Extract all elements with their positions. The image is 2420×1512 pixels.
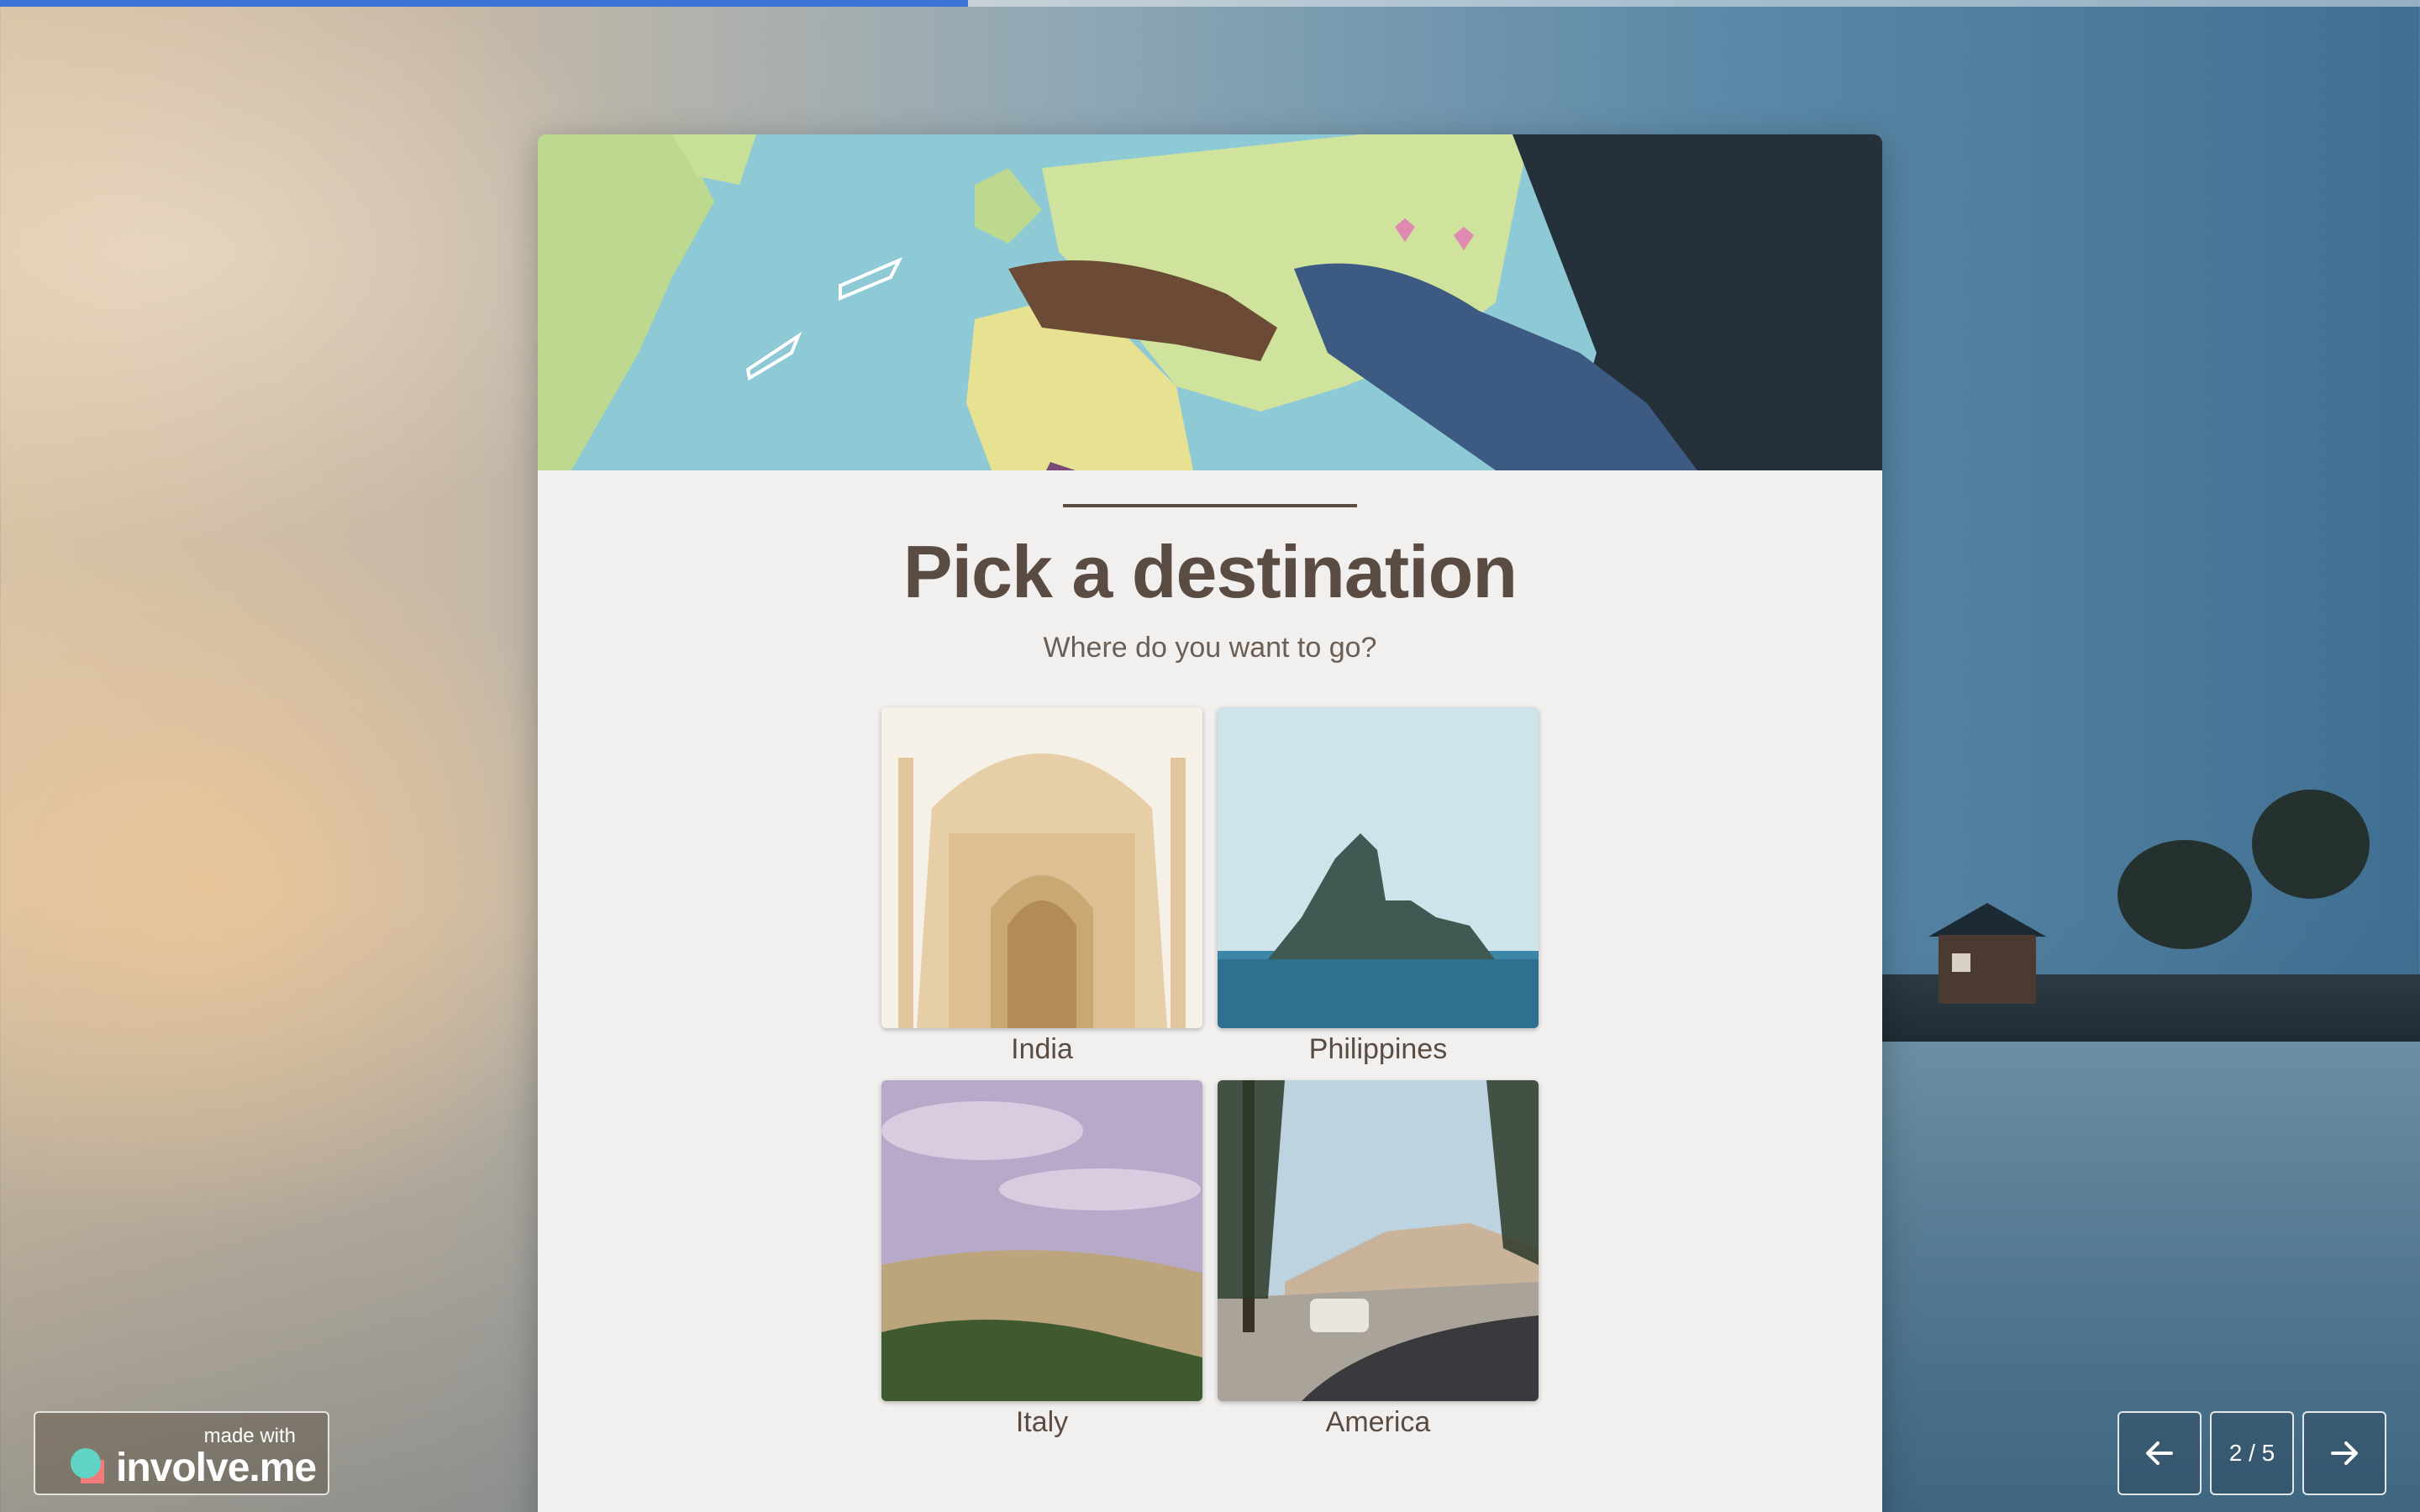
background-tree	[2118, 840, 2252, 949]
option-label: Philippines	[1308, 1033, 1448, 1065]
made-with-badge[interactable]: made with involve.me	[34, 1411, 329, 1495]
question-title: Pick a destination	[902, 530, 1518, 613]
option-label: Italy	[1015, 1406, 1069, 1438]
option-image-america	[1218, 1080, 1539, 1401]
involve-logo-icon	[71, 1448, 104, 1483]
option-america[interactable]: America	[1218, 1080, 1539, 1439]
survey-card: Pick a destination Where do you want to …	[538, 134, 1882, 1512]
option-philippines[interactable]: Philippines	[1218, 707, 1539, 1066]
previous-button[interactable]	[2118, 1411, 2202, 1495]
option-image-philippines	[1218, 707, 1539, 1028]
option-image-india	[881, 707, 1202, 1028]
option-label: America	[1325, 1406, 1431, 1438]
background-tree	[2252, 790, 2370, 899]
option-italy[interactable]: Italy	[881, 1080, 1202, 1439]
arrow-left-icon	[2146, 1441, 2173, 1465]
title-divider	[1063, 504, 1357, 507]
hero-image	[538, 134, 1882, 470]
option-label: India	[1011, 1033, 1073, 1065]
option-image-italy	[881, 1080, 1202, 1401]
background-hut	[1928, 903, 2046, 1004]
arrow-right-icon	[2331, 1441, 2358, 1465]
option-india[interactable]: India	[881, 707, 1202, 1066]
page-counter-text: 2 / 5	[2228, 1440, 2275, 1466]
badge-brand: involve.me	[116, 1446, 317, 1490]
progress-bar-fill	[0, 0, 968, 7]
progress-bar	[0, 0, 2420, 7]
page-counter: 2 / 5	[2210, 1411, 2294, 1495]
next-button[interactable]	[2302, 1411, 2386, 1495]
question-subtitle: Where do you want to go?	[1043, 632, 1377, 664]
